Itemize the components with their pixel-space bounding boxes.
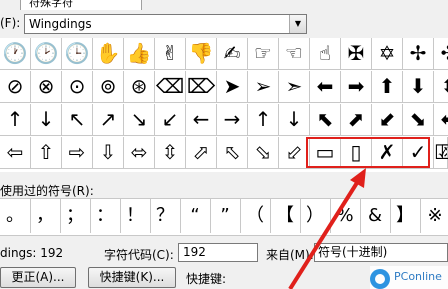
symbol-cell[interactable]: ⌫: [155, 71, 186, 103]
symbol-cell[interactable]: ⬁: [217, 137, 248, 169]
symbol-cell[interactable]: ⇦: [0, 137, 31, 169]
from-label: 来自(M):: [266, 248, 314, 262]
symbol-cell[interactable]: ✍: [217, 38, 248, 70]
symbol-cell[interactable]: ⬅: [310, 71, 341, 103]
symbol-cell[interactable]: ✣: [434, 38, 448, 70]
autocorrect-button[interactable]: 更正(A)...: [0, 267, 76, 288]
symbol-cell[interactable]: 👎: [186, 38, 217, 70]
symbol-cell[interactable]: ⇨: [62, 137, 93, 169]
symbol-cell[interactable]: 🕒: [62, 38, 93, 70]
symbol-cell[interactable]: ➡: [341, 71, 372, 103]
tab-strip: 符殊字符: [0, 0, 448, 12]
symbol-cell[interactable]: ☞: [248, 38, 279, 70]
recent-symbol[interactable]: “: [180, 199, 211, 233]
watermark: PConline: [370, 266, 448, 289]
symbol-cell[interactable]: ⇩: [93, 137, 124, 169]
recent-symbol[interactable]: ；: [60, 199, 91, 233]
recent-symbol[interactable]: %: [330, 199, 361, 233]
symbol-cell[interactable]: ⊚: [93, 71, 124, 103]
symbol-cell[interactable]: 🕐: [0, 38, 31, 70]
symbol-cell[interactable]: ⌦: [186, 71, 217, 103]
symbol-cell[interactable]: ✠: [341, 38, 372, 70]
symbol-cell[interactable]: ↖: [62, 104, 93, 136]
symbol-cell[interactable]: ↑: [248, 104, 279, 136]
chevron-down-icon[interactable]: ▼: [289, 15, 306, 33]
symbol-cell[interactable]: ⬋: [372, 104, 403, 136]
symbol-cell[interactable]: ☝: [310, 38, 341, 70]
font-select-value: Wingdings: [29, 17, 92, 31]
symbol-cell[interactable]: ⬂: [248, 137, 279, 169]
symbol-cell[interactable]: ➢: [248, 71, 279, 103]
symbol-cell[interactable]: ↙: [155, 104, 186, 136]
symbol-cell[interactable]: 🕑: [31, 38, 62, 70]
symbol-cell[interactable]: ←: [186, 104, 217, 136]
symbol-cell[interactable]: ⊗: [31, 71, 62, 103]
symbol-cell[interactable]: ⬆: [372, 71, 403, 103]
symbol-cell[interactable]: ↗: [93, 104, 124, 136]
symbol-cell[interactable]: ⊙: [62, 71, 93, 103]
symbol-cell[interactable]: ⊘: [0, 71, 31, 103]
recent-symbols-strip: 。，；：！？ “” （【）% &】 ※: [0, 198, 448, 236]
symbol-cell[interactable]: ⊛: [124, 71, 155, 103]
symbol-cell[interactable]: ➣: [279, 71, 310, 103]
recent-symbol[interactable]: （: [240, 199, 271, 233]
from-select[interactable]: 符号(十进制): [314, 243, 448, 262]
recent-symbol[interactable]: 。: [0, 199, 31, 233]
symbol-cell[interactable]: ⬈: [341, 104, 372, 136]
font-name-readout: dings: 192: [0, 246, 64, 260]
recent-symbols-label: 使用过的符号(R):: [0, 184, 94, 198]
symbol-grid: 🕐🕑🕒✋👍✌👎✍☞☜☝✠✡✢✣⊘⊗⊙⊚⊛⌫⌦➤➢➣⬅➡⬆⬇⬍↑↓↖↗↘↙←→↑↓…: [0, 38, 448, 172]
symbol-cell[interactable]: →: [217, 104, 248, 136]
recent-symbol[interactable]: 】: [390, 199, 421, 233]
pconline-logo-icon: [370, 269, 390, 289]
recent-symbol[interactable]: ，: [30, 199, 61, 233]
symbol-cell[interactable]: ▭: [310, 137, 341, 169]
symbol-cell[interactable]: ✡: [372, 38, 403, 70]
recent-symbol[interactable]: &: [360, 199, 391, 233]
symbol-cell[interactable]: ↑: [0, 104, 31, 136]
recent-symbol[interactable]: ：: [90, 199, 121, 233]
tab-special-characters[interactable]: 符殊字符: [20, 0, 142, 10]
symbol-cell[interactable]: ⇳: [155, 137, 186, 169]
symbol-cell[interactable]: ✋: [93, 38, 124, 70]
shortcut-key-button[interactable]: 快捷键(K)...: [88, 267, 176, 288]
character-code-label: 字符代码(C):: [104, 248, 174, 262]
symbol-cell[interactable]: ⬍: [434, 71, 448, 103]
font-select[interactable]: Wingdings ▼: [24, 14, 307, 34]
recent-symbol[interactable]: 【: [270, 199, 301, 233]
symbol-cell[interactable]: ⬃: [279, 137, 310, 169]
symbol-cell[interactable]: ✓: [403, 137, 434, 169]
symbol-cell[interactable]: ✢: [403, 38, 434, 70]
character-code-input[interactable]: 192: [178, 243, 258, 262]
shortcut-label: 快捷键:: [186, 272, 227, 286]
recent-symbol[interactable]: ※: [420, 199, 448, 233]
recent-symbol[interactable]: ！: [120, 199, 151, 233]
symbol-cell[interactable]: ⬊: [403, 104, 434, 136]
symbol-cell[interactable]: ⬌: [434, 104, 448, 136]
symbol-cell[interactable]: 👍: [124, 38, 155, 70]
symbol-cell[interactable]: ↘: [124, 104, 155, 136]
recent-symbol[interactable]: ？: [150, 199, 181, 233]
symbol-cell[interactable]: ✌: [155, 38, 186, 70]
symbol-cell[interactable]: ↓: [279, 104, 310, 136]
symbol-cell[interactable]: ⬇: [403, 71, 434, 103]
symbol-cell[interactable]: ☑: [434, 137, 448, 169]
symbol-cell[interactable]: ☜: [279, 38, 310, 70]
symbol-cell[interactable]: ↓: [31, 104, 62, 136]
recent-symbol[interactable]: ”: [210, 199, 241, 233]
symbol-cell[interactable]: ▯: [341, 137, 372, 169]
symbol-cell[interactable]: ⇧: [31, 137, 62, 169]
symbol-cell[interactable]: ➤: [217, 71, 248, 103]
symbol-cell[interactable]: ⬀: [186, 137, 217, 169]
font-row: (F): Wingdings ▼: [0, 14, 448, 36]
symbol-cell[interactable]: ⬉: [310, 104, 341, 136]
recent-symbol[interactable]: ）: [300, 199, 331, 233]
symbol-cell[interactable]: ✗: [372, 137, 403, 169]
watermark-text: PConline: [394, 270, 442, 283]
symbol-cell[interactable]: ⬄: [124, 137, 155, 169]
font-label: (F):: [0, 16, 21, 30]
